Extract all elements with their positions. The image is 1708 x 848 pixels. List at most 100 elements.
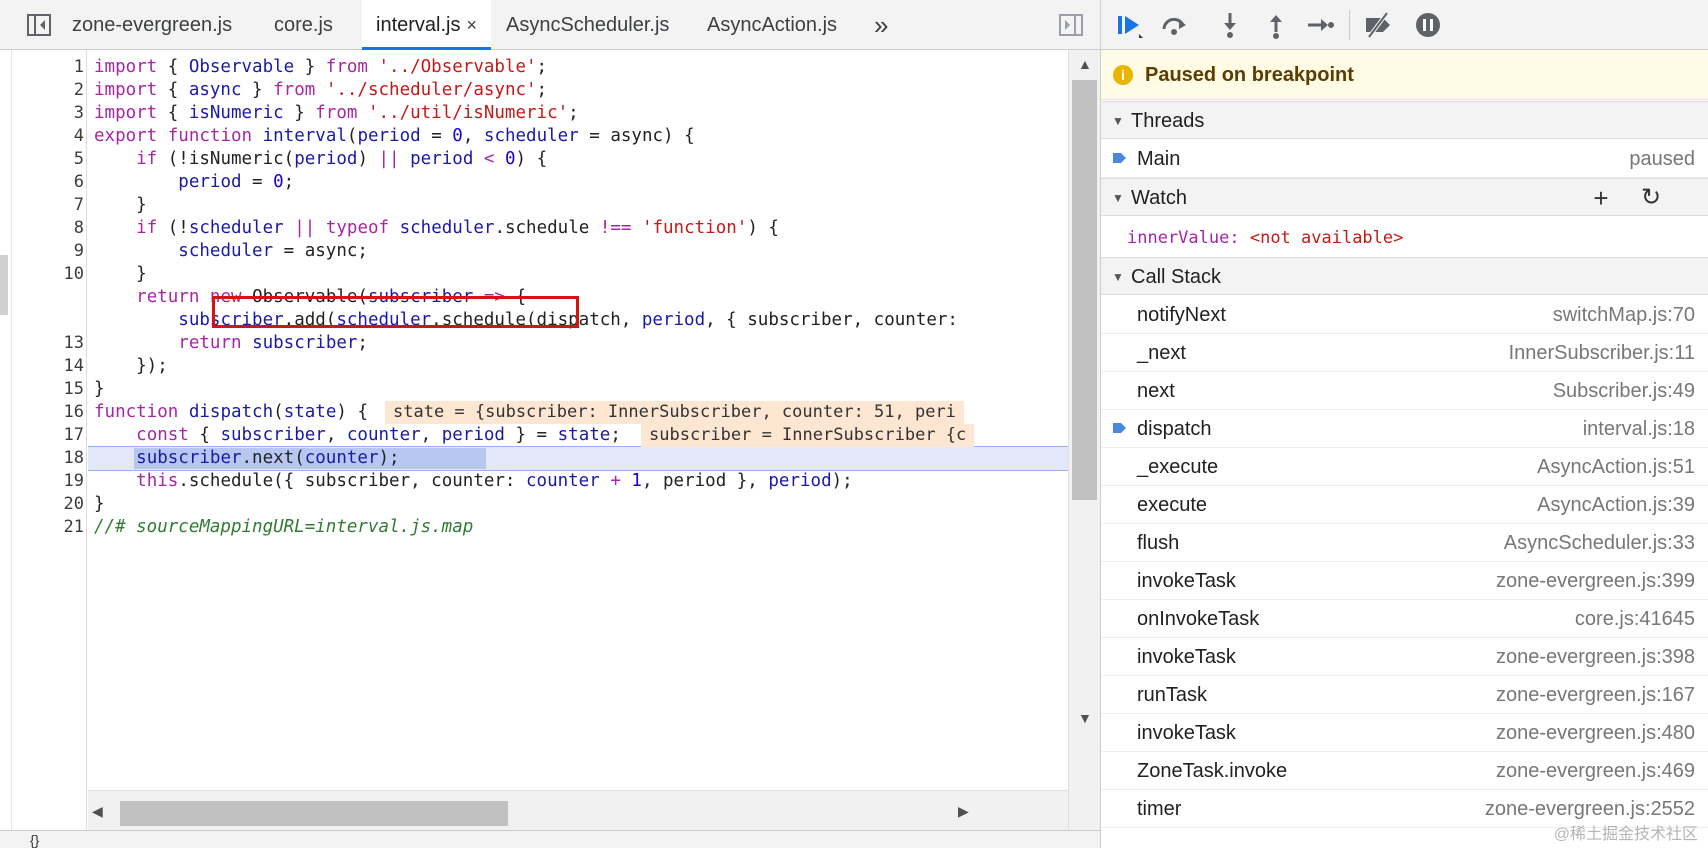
step-over-icon[interactable] (1159, 10, 1189, 40)
paused-message: Paused on breakpoint (1145, 64, 1354, 86)
line-number[interactable]: 4 (24, 124, 91, 149)
toggle-debugger-icon[interactable] (1058, 12, 1084, 38)
close-icon[interactable]: × (466, 15, 477, 35)
watermark: @稀土掘金技术社区 (1553, 826, 1698, 843)
scroll-down-icon[interactable]: ▼ (1078, 710, 1092, 726)
more-tabs-icon[interactable]: » (874, 0, 888, 50)
vertical-scroll-thumb[interactable] (1072, 80, 1097, 500)
call-stack-section-header[interactable]: ▼ Call Stack (1101, 257, 1708, 295)
tab-zone-evergreen[interactable]: zone-evergreen.js (72, 0, 232, 50)
line-number[interactable]: 8 (24, 216, 91, 241)
frame-location[interactable]: zone-evergreen.js:398 (1496, 638, 1695, 676)
line-number[interactable]: 19 (24, 469, 91, 494)
line-number[interactable]: 10 (24, 262, 91, 287)
call-frame[interactable]: onInvokeTask core.js:41645 (1101, 600, 1708, 638)
line-number[interactable]: 3 (24, 101, 91, 126)
frame-name: execute (1137, 494, 1208, 516)
annotation-box (212, 296, 579, 328)
call-frame[interactable]: ZoneTask.invoke zone-evergreen.js:469 (1101, 752, 1708, 790)
add-watch-icon[interactable]: + (1587, 184, 1615, 212)
line-number[interactable]: 15 (24, 377, 91, 402)
scroll-up-icon[interactable]: ▲ (1078, 56, 1092, 72)
breakpoint-line-number[interactable]: 11 (24, 285, 102, 310)
call-frame[interactable]: execute AsyncAction.js:39 (1101, 486, 1708, 524)
call-frame[interactable]: flush AsyncScheduler.js:33 (1101, 524, 1708, 562)
step-icon[interactable] (1305, 10, 1335, 40)
tab-core[interactable]: core.js (274, 0, 333, 50)
scroll-left-icon[interactable]: ◀ (92, 803, 103, 820)
line-number[interactable]: 13 (24, 331, 91, 356)
call-frame[interactable]: runTask zone-evergreen.js:167 (1101, 676, 1708, 714)
frame-name: onInvokeTask (1137, 608, 1260, 630)
line-number[interactable]: 21 (24, 515, 91, 540)
code-line: period = 0; (178, 172, 295, 192)
line-number[interactable]: 7 (24, 193, 91, 218)
call-frame[interactable]: next Subscriber.js:49 (1101, 372, 1708, 410)
frame-location[interactable]: Subscriber.js:49 (1553, 372, 1695, 410)
deactivate-breakpoints-icon[interactable] (1363, 10, 1393, 40)
line-number-gutter[interactable]: 1 2 3 4 5 6 7 8 9 10 11 12 13 14 15 16 1… (12, 50, 102, 830)
line-number[interactable]: 9 (24, 239, 91, 264)
paused-banner: i Paused on breakpoint (1101, 50, 1708, 100)
editor-tab-bar: zone-evergreen.js core.js interval.js × A… (0, 0, 1100, 50)
expand-triangle-icon: ▼ (1112, 114, 1124, 128)
tab-label: AsyncAction.js (707, 14, 838, 36)
tab-interval[interactable]: interval.js × (362, 0, 491, 50)
call-frame-current[interactable]: dispatch interval.js:18 (1101, 410, 1708, 448)
step-into-icon[interactable] (1215, 10, 1245, 40)
toggle-navigator-icon[interactable] (26, 12, 52, 38)
tab-asyncscheduler[interactable]: AsyncScheduler.js (506, 0, 669, 50)
line-number[interactable]: 16 (24, 400, 91, 425)
line-number[interactable]: 17 (24, 423, 91, 448)
line-number[interactable]: 1 (24, 55, 91, 80)
tab-asyncaction[interactable]: AsyncAction.js (707, 0, 837, 50)
frame-name: ZoneTask.invoke (1137, 760, 1288, 782)
frame-location[interactable]: zone-evergreen.js:480 (1496, 714, 1695, 752)
horizontal-scroll-thumb[interactable] (120, 801, 508, 826)
frame-location[interactable]: AsyncAction.js:51 (1537, 448, 1695, 486)
line-number[interactable]: 5 (24, 147, 91, 172)
line-number[interactable]: 2 (24, 78, 91, 103)
frame-location[interactable]: AsyncScheduler.js:33 (1504, 524, 1695, 562)
frame-location[interactable]: interval.js:18 (1583, 410, 1695, 448)
step-out-icon[interactable] (1261, 10, 1291, 40)
line-number[interactable]: 18 (24, 446, 91, 471)
code-area[interactable]: import { Observable } from '../Observabl… (88, 50, 1068, 830)
frame-location[interactable]: core.js:41645 (1575, 600, 1695, 638)
watch-section-header[interactable]: ▼ Watch + ↻ (1101, 178, 1708, 216)
horizontal-scrollbar[interactable]: ◀ ▶ (88, 790, 1068, 830)
call-frame[interactable]: _execute AsyncAction.js:51 (1101, 448, 1708, 486)
frame-name: runTask (1137, 684, 1208, 706)
vertical-scrollbar[interactable]: ▲ ▼ (1068, 50, 1100, 830)
refresh-icon[interactable]: ↻ (1637, 184, 1665, 212)
call-frame[interactable]: invokeTask zone-evergreen.js:399 (1101, 562, 1708, 600)
editor-pane: zone-evergreen.js core.js interval.js × A… (0, 0, 1100, 848)
threads-section-header[interactable]: ▼ Threads (1101, 101, 1708, 139)
code-line: //# sourceMappingURL=interval.js.map (94, 517, 474, 537)
line-number[interactable]: 6 (24, 170, 91, 195)
pretty-print-icon[interactable]: {} (30, 832, 39, 848)
breakpoint-line-number[interactable]: 12 (24, 308, 102, 333)
scroll-right-icon[interactable]: ▶ (958, 803, 969, 820)
code-line: } (94, 264, 147, 284)
threads-title: Threads (1131, 110, 1205, 132)
frame-location[interactable]: AsyncAction.js:39 (1537, 486, 1695, 524)
frame-location[interactable]: zone-evergreen.js:167 (1496, 676, 1695, 714)
frame-name: next (1137, 380, 1175, 402)
inline-value-subscriber: subscriber = InnerSubscriber {c (641, 424, 975, 447)
frame-location[interactable]: switchMap.js:70 (1553, 296, 1695, 334)
line-number[interactable]: 20 (24, 492, 91, 517)
call-frame[interactable]: invokeTask zone-evergreen.js:398 (1101, 638, 1708, 676)
call-frame[interactable]: _next InnerSubscriber.js:11 (1101, 334, 1708, 372)
expand-triangle-icon: ▼ (1112, 191, 1124, 205)
frame-location[interactable]: InnerSubscriber.js:11 (1509, 334, 1695, 372)
frame-location[interactable]: zone-evergreen.js:469 (1496, 752, 1695, 790)
pause-on-exceptions-icon[interactable] (1413, 10, 1443, 40)
watch-expression[interactable]: innerValue: <not available> (1101, 218, 1708, 258)
call-frame[interactable]: invokeTask zone-evergreen.js:480 (1101, 714, 1708, 752)
resume-icon[interactable] (1115, 10, 1145, 40)
line-number[interactable]: 14 (24, 354, 91, 379)
call-frame[interactable]: notifyNext switchMap.js:70 (1101, 296, 1708, 334)
frame-location[interactable]: zone-evergreen.js:399 (1496, 562, 1695, 600)
thread-row[interactable]: Main paused (1101, 140, 1708, 178)
